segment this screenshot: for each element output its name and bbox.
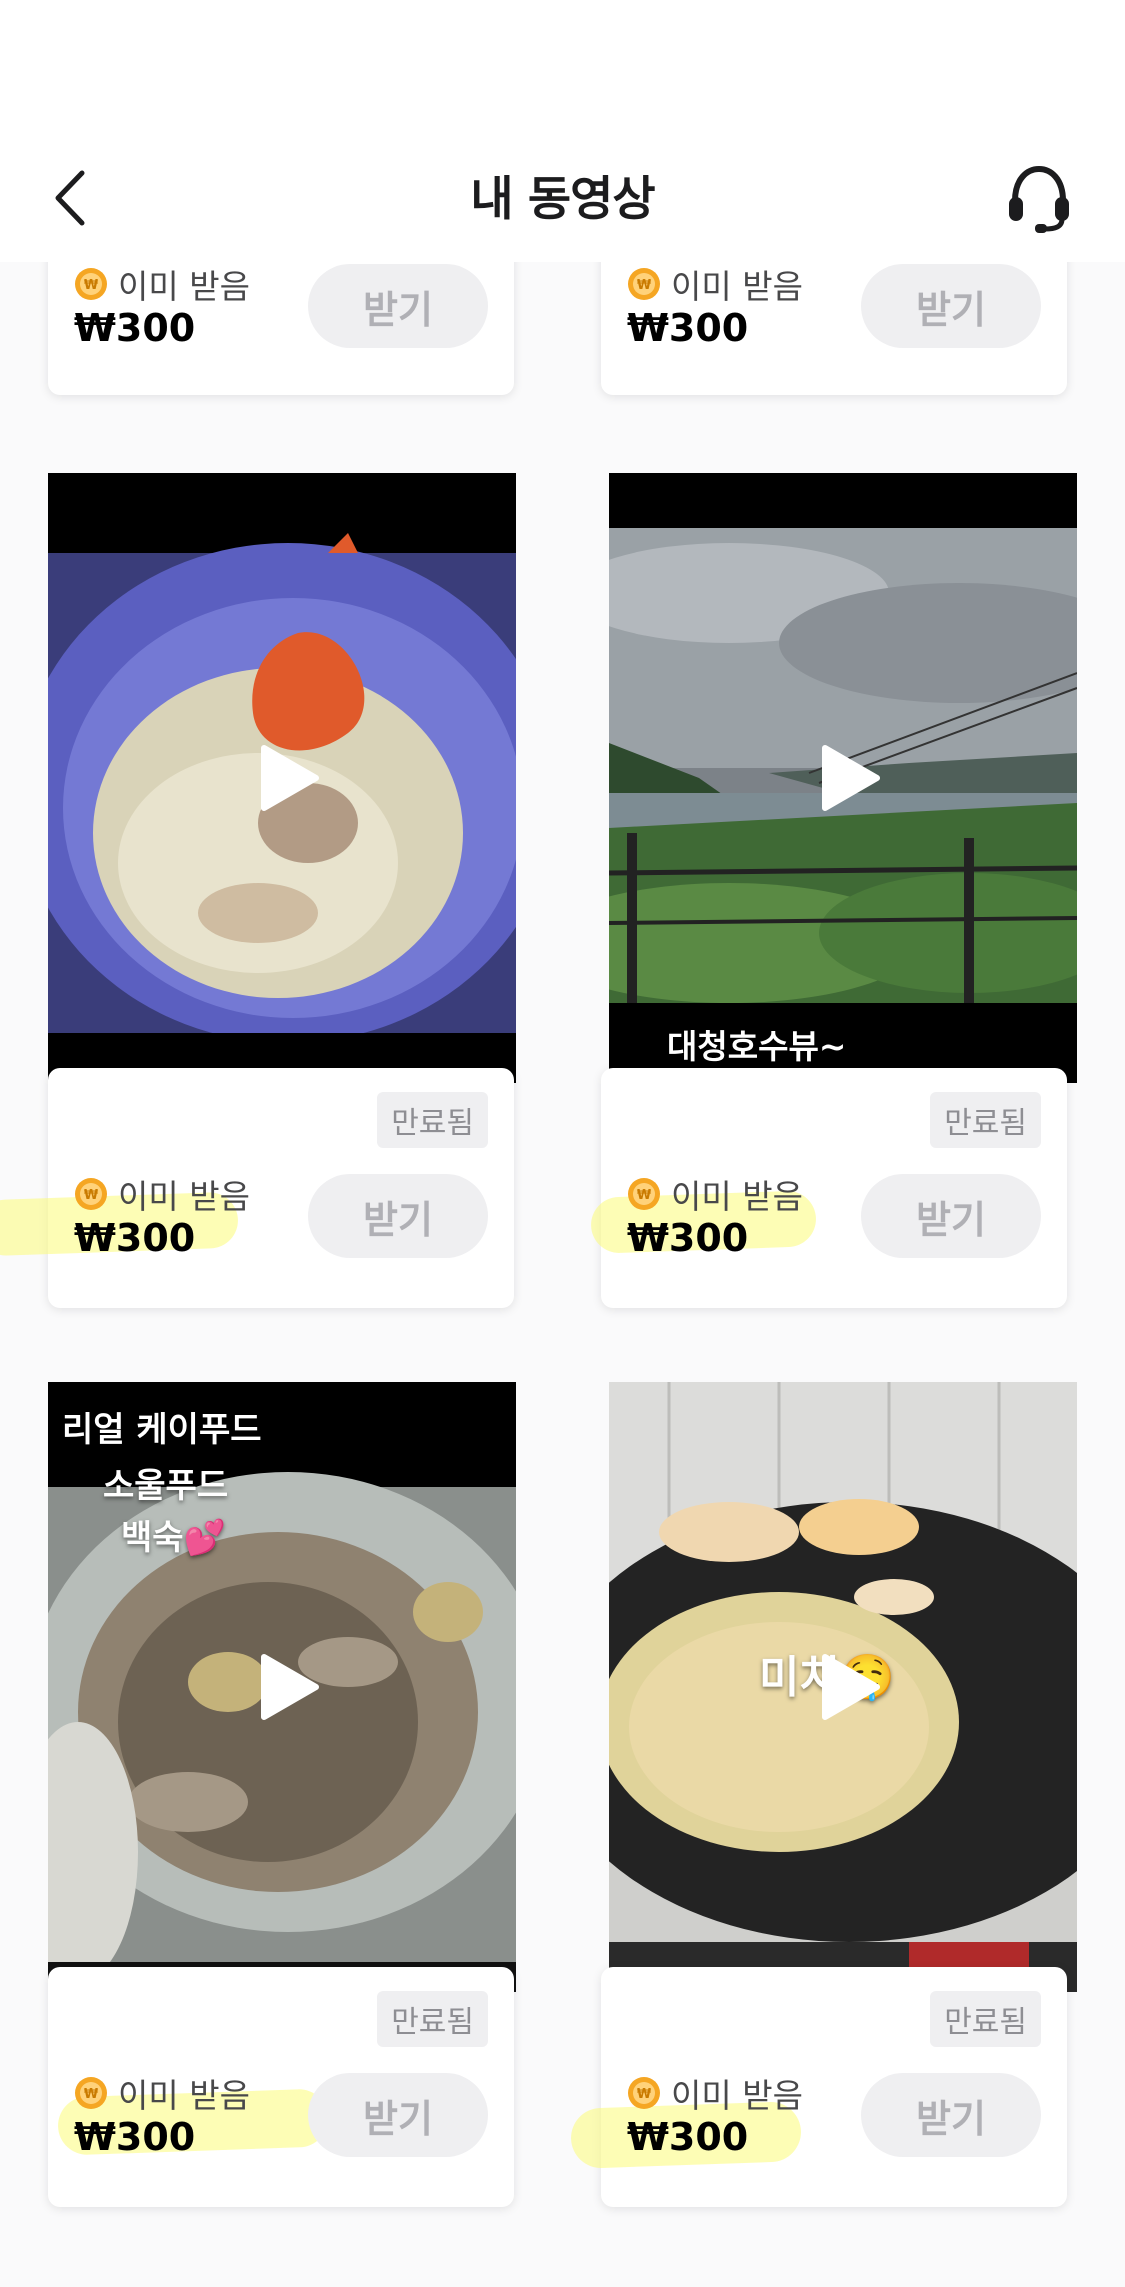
received-label: 이미 받음 (118, 1177, 250, 1216)
expired-badge: 만료됨 (930, 1092, 1041, 1148)
received-status: ₩ 이미 받음 (74, 1170, 250, 1218)
receive-button[interactable]: 받기 (861, 1174, 1041, 1258)
video-card: 만료됨 ₩ 이미 받음 ₩300 받기 (48, 1967, 514, 2207)
coin-icon: ₩ (75, 1178, 107, 1210)
received-status: ₩ 이미 받음 (627, 260, 803, 308)
coin-icon: ₩ (75, 268, 107, 300)
video-list[interactable]: ₩ 이미 받음 ₩300 받기 ₩ 이미 받음 ₩300 받기 만료됨 ₩ 이미… (0, 0, 1125, 2287)
video-caption: 대청호수뷰~ (667, 1027, 847, 1066)
play-icon[interactable] (260, 744, 320, 812)
headset-icon (1009, 165, 1069, 233)
received-status: ₩ 이미 받음 (74, 2069, 250, 2117)
play-icon[interactable] (821, 1653, 881, 1721)
video-card: 만료됨 ₩ 이미 받음 ₩300 받기 (590, 1068, 1067, 1308)
video-caption: 리얼 케이푸드 (62, 1410, 262, 1450)
received-status: ₩ 이미 받음 (627, 1170, 803, 1218)
receive-button[interactable]: 받기 (861, 264, 1041, 348)
expired-badge: 만료됨 (930, 1991, 1041, 2047)
receive-button[interactable]: 받기 (308, 2073, 488, 2157)
receive-button[interactable]: 받기 (308, 264, 488, 348)
svg-text:₩: ₩ (637, 278, 652, 293)
coin-icon: ₩ (628, 268, 660, 300)
page-title: 내 동영상 (470, 172, 655, 227)
coin-icon: ₩ (75, 2077, 107, 2109)
svg-text:₩: ₩ (84, 2087, 99, 2102)
play-icon[interactable] (260, 1653, 320, 1721)
reward-amount: ₩300 (627, 306, 749, 350)
reward-amount: ₩300 (627, 2115, 749, 2159)
received-label: 이미 받음 (671, 1177, 803, 1216)
coin-icon: ₩ (628, 1178, 660, 1210)
expired-badge: 만료됨 (377, 1991, 488, 2047)
reward-amount: ₩300 (74, 1216, 196, 1260)
received-status: ₩ 이미 받음 (74, 260, 250, 308)
svg-text:₩: ₩ (84, 1188, 99, 1203)
svg-text:₩: ₩ (637, 1188, 652, 1203)
play-icon[interactable] (821, 744, 881, 812)
reward-amount: ₩300 (74, 2115, 196, 2159)
receive-button[interactable]: 받기 (861, 2073, 1041, 2157)
customer-support-button[interactable] (1003, 160, 1075, 236)
video-thumbnail[interactable]: 리얼 케이푸드 소울푸드 백숙💕 (48, 1382, 516, 1992)
receive-button[interactable]: 받기 (308, 1174, 488, 1258)
video-caption: 소울푸드 (103, 1466, 229, 1506)
reward-amount: ₩300 (627, 1216, 749, 1260)
video-card: 만료됨 ₩ 이미 받음 ₩300 받기 (570, 1967, 1067, 2207)
received-label: 이미 받음 (671, 267, 803, 306)
video-card: 만료됨 ₩ 이미 받음 ₩300 받기 (0, 1068, 514, 1308)
video-thumbnail[interactable]: 미쳐🤤 (609, 1382, 1077, 1992)
received-label: 이미 받음 (118, 267, 250, 306)
received-label: 이미 받음 (118, 2076, 250, 2115)
expired-badge: 만료됨 (377, 1092, 488, 1148)
reward-amount: ₩300 (74, 306, 196, 350)
svg-text:₩: ₩ (84, 278, 99, 293)
top-bar: 내 동영상 (0, 0, 1125, 262)
received-label: 이미 받음 (671, 2076, 803, 2115)
video-thumbnail[interactable] (48, 473, 516, 1083)
video-caption: 백숙💕 (121, 1518, 226, 1558)
video-thumbnail[interactable]: 대청호수뷰~ (609, 473, 1077, 1083)
coin-icon: ₩ (628, 2077, 660, 2109)
svg-text:₩: ₩ (637, 2087, 652, 2102)
received-status: ₩ 이미 받음 (627, 2069, 803, 2117)
